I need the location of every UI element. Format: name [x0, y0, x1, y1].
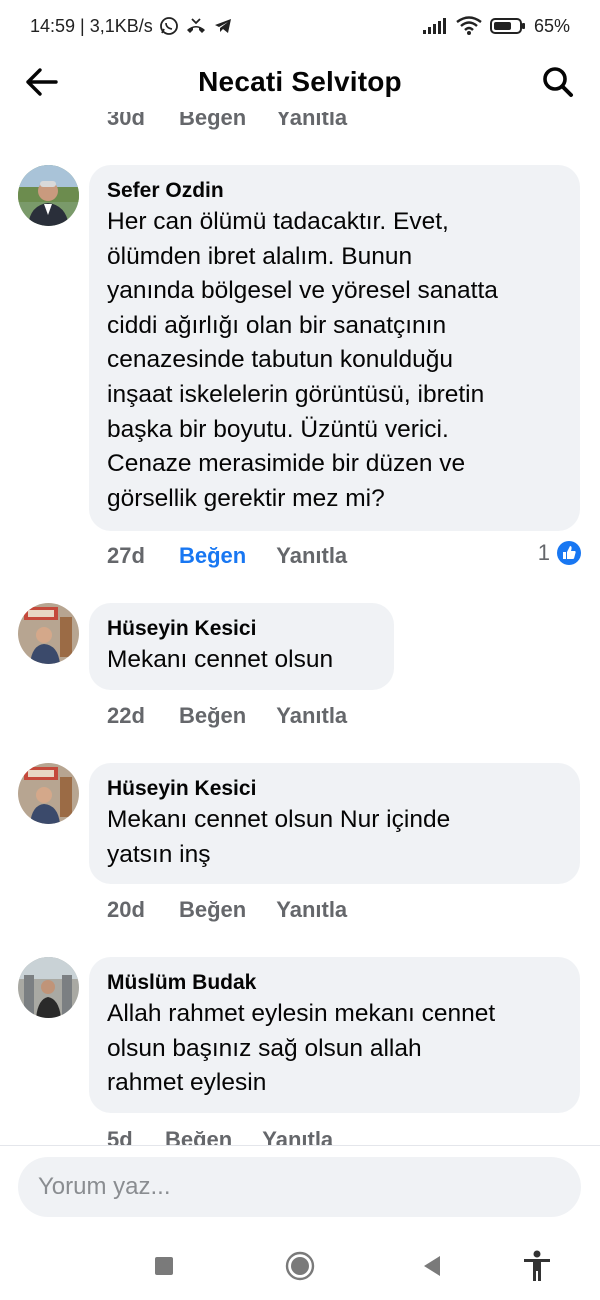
like-button[interactable]: Beğen: [165, 1127, 232, 1145]
comment-author[interactable]: Sefer Ozdin: [107, 177, 562, 205]
comment-meta-row: 22d Beğen Yanıtla: [107, 703, 347, 729]
back-button[interactable]: [22, 64, 62, 100]
search-button[interactable]: [538, 64, 578, 100]
status-left: 14:59 | 3,1KB/s: [30, 16, 233, 37]
wifi-icon: [456, 16, 482, 36]
like-button[interactable]: Beğen: [179, 897, 246, 923]
telegram-icon: [213, 16, 233, 36]
avatar[interactable]: [18, 165, 79, 226]
accessibility-icon: [524, 1250, 550, 1281]
comment-meta-row: 27d Beğen Yanıtla: [107, 543, 347, 569]
comment-meta-row: 30d Beğen Yanıtla: [107, 112, 347, 131]
accessibility-button[interactable]: [519, 1248, 555, 1284]
missed-call-icon: [185, 16, 207, 36]
recents-button[interactable]: [146, 1248, 182, 1284]
comment-time: 5d: [107, 1127, 133, 1145]
avatar[interactable]: [18, 957, 79, 1018]
signal-icon: [422, 17, 448, 35]
reply-button[interactable]: Yanıtla: [276, 543, 347, 569]
reply-button[interactable]: Yanıtla: [276, 897, 347, 923]
whatsapp-icon: [159, 16, 179, 36]
comment-text: Her can ölümü tadacaktır. Evet, ölümden …: [107, 208, 498, 512]
status-time: 14:59 | 3,1KB/s: [30, 15, 153, 36]
comments-list[interactable]: 30d Beğen Yanıtla Sefer Ozdin Her can öl…: [0, 112, 600, 1145]
divider: [0, 1145, 600, 1146]
comment-bubble[interactable]: Hüseyin Kesici Mekanı cennet olsun Nur i…: [89, 763, 580, 884]
like-button[interactable]: Beğen: [179, 543, 246, 569]
comment-time: 30d: [107, 112, 145, 130]
status-bar: 14:59 | 3,1KB/s 65%: [0, 0, 600, 52]
reply-button[interactable]: Yanıtla: [276, 703, 347, 729]
status-right: 65%: [422, 16, 570, 37]
reply-button[interactable]: Yanıtla: [262, 1127, 333, 1145]
avatar[interactable]: [18, 763, 79, 824]
reaction-count[interactable]: 1: [538, 540, 582, 566]
comment-text: Allah rahmet eylesin mekanı cennet olsun…: [107, 1000, 496, 1097]
comment-meta-row: 20d Beğen Yanıtla: [107, 897, 347, 923]
avatar[interactable]: [18, 603, 79, 664]
battery-percent: 65%: [533, 15, 570, 36]
comment-time: 20d: [107, 897, 145, 922]
home-button[interactable]: [282, 1248, 318, 1284]
comment-time: 27d: [107, 543, 145, 568]
comment-author[interactable]: Hüseyin Kesici: [107, 775, 562, 803]
like-button[interactable]: Beğen: [179, 703, 246, 729]
reply-button[interactable]: Yanıtla: [276, 112, 347, 131]
comment-author[interactable]: Hüseyin Kesici: [107, 615, 376, 643]
battery-icon: [489, 16, 526, 36]
comment-input-placeholder: Yorum yaz...: [38, 1173, 171, 1200]
back-arrow-icon: [26, 68, 58, 96]
nav-triangle-icon: [424, 1256, 440, 1276]
comment-text: Mekanı cennet olsun: [107, 646, 334, 673]
comment-author[interactable]: Müslüm Budak: [107, 969, 562, 997]
nav-square-icon: [155, 1257, 173, 1275]
system-nav-bar: [0, 1228, 600, 1300]
reaction-count-number: 1: [537, 540, 550, 565]
comment-bubble[interactable]: Müslüm Budak Allah rahmet eylesin mekanı…: [89, 957, 580, 1113]
comment-text: Mekanı cennet olsun Nur içinde yatsın in…: [107, 806, 451, 868]
like-button[interactable]: Beğen: [179, 112, 246, 131]
comment-input[interactable]: Yorum yaz...: [18, 1157, 581, 1217]
like-reaction-icon: [557, 541, 581, 565]
search-icon: [543, 67, 573, 97]
comment-time: 22d: [107, 703, 145, 728]
app-header: Necati Selvitop: [0, 52, 600, 112]
comment-meta-row: 5d Beğen Yanıtla: [107, 1127, 333, 1145]
page-title: Necati Selvitop: [198, 66, 402, 97]
comment-bubble[interactable]: Sefer Ozdin Her can ölümü tadacaktır. Ev…: [89, 165, 580, 531]
back-nav-button[interactable]: [414, 1248, 450, 1284]
comment-bubble[interactable]: Hüseyin Kesici Mekanı cennet olsun: [89, 603, 394, 690]
nav-circle-icon: [285, 1251, 315, 1281]
